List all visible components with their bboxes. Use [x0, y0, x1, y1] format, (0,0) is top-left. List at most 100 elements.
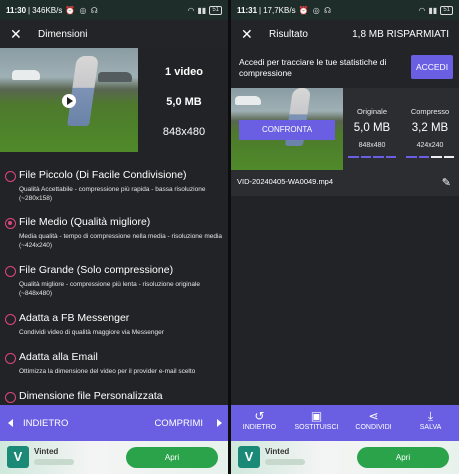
option-description: Condividi video di qualità maggiore via …: [19, 329, 164, 336]
option-title: File Piccolo (Di Facile Condivisione): [19, 169, 187, 181]
original-size: 5,0 MB: [353, 122, 391, 134]
compress-button[interactable]: COMPRIMI: [154, 418, 222, 429]
status-bar: 11:31 | 17,7KB/s ⏰ ◎ ☊ ◠ ▮▮ 51: [231, 0, 459, 20]
ad-open-button[interactable]: Apri: [126, 447, 218, 468]
replace-button[interactable]: ▣ SOSTITUISCI: [288, 405, 345, 441]
dimensions-screen: 11:30 | 346KB/s ⏰ ◎ ☊ ◠ ▮▮ 51 ✕ Dimensio…: [0, 0, 228, 474]
replace-icon: ▣: [310, 409, 323, 423]
video-thumbnail[interactable]: CONFRONTA: [231, 88, 343, 170]
compressed-quality-bar: [406, 156, 454, 158]
option-title: File Grande (Solo compressione): [19, 264, 174, 276]
radio-button[interactable]: [5, 353, 16, 364]
ad-banner[interactable]: V Vinted Apri: [0, 441, 228, 474]
original-resolution: 848x480: [358, 142, 386, 149]
battery-icon: 51: [209, 5, 222, 15]
screens: 11:30 | 346KB/s ⏰ ◎ ☊ ◠ ▮▮ 51 ✕ Dimensio…: [0, 0, 459, 474]
ad-name: Vinted: [34, 447, 59, 456]
option-description: Media qualità - tempo di compressione ne…: [19, 233, 223, 249]
notification-icons: ⏰ ◎ ☊: [298, 5, 333, 15]
bottom-nav: INDIETRO COMPRIMI: [0, 405, 228, 441]
car-shape: [12, 70, 40, 80]
compressed-resolution: 424x240: [416, 142, 444, 149]
option-title: Adatta a FB Messenger: [19, 312, 130, 324]
car-shape: [235, 96, 261, 105]
network-speed: 346KB/s: [32, 5, 63, 15]
ad-name: Vinted: [265, 447, 290, 456]
compressed-column: Compresso 3,2 MB 424x240: [401, 88, 459, 170]
compress-label: COMPRIMI: [154, 417, 203, 429]
video-resolution: 848x480: [162, 126, 206, 138]
status-right: ◠ ▮▮ 51: [187, 5, 222, 15]
login-button[interactable]: ACCEDI: [411, 55, 453, 79]
option-title: Adatta alla Email: [19, 351, 98, 363]
undo-label: INDIETRO: [242, 424, 277, 431]
back-label: INDIETRO: [23, 417, 69, 429]
app-bar: ✕ Dimensioni: [0, 20, 228, 48]
app-bar: ✕ Risultato 1,8 MB RISPARMIATI: [231, 20, 459, 48]
original-quality-bar: [348, 156, 396, 158]
play-icon[interactable]: [62, 94, 76, 108]
network-speed: 17,7KB/s: [263, 5, 296, 15]
file-name: VID-20240405-WA0049.mp4: [237, 177, 334, 186]
share-icon: ⋖: [368, 409, 379, 423]
ad-open-button[interactable]: Apri: [357, 447, 449, 468]
compressed-label: Compresso: [410, 107, 450, 116]
arrow-right-icon: [217, 419, 222, 427]
bottom-nav: ↺ INDIETRO ▣ SOSTITUISCI ⋖ CONDIVIDI ⤓ S…: [231, 405, 459, 441]
original-column: Originale 5,0 MB 848x480: [343, 88, 401, 170]
saved-amount: 1,8 MB RISPARMIATI: [352, 28, 449, 40]
person-shape: [67, 56, 99, 126]
option-description: Qualità migliore - compressione più lent…: [19, 281, 201, 297]
status-time: 11:31: [237, 5, 258, 15]
radio-button-selected[interactable]: [5, 218, 16, 229]
ad-banner[interactable]: V Vinted Apri: [231, 441, 459, 474]
radio-button[interactable]: [5, 314, 16, 325]
signal-icon: ▮▮: [197, 5, 207, 15]
option-title: File Medio (Qualità migliore): [19, 216, 151, 228]
page-title: Dimensioni: [38, 28, 88, 40]
option-description: Qualità Accettabile - compressione più r…: [19, 186, 206, 202]
wifi-icon: ◠: [187, 5, 195, 15]
video-size: 5,0 MB: [166, 96, 202, 108]
wifi-icon: ◠: [418, 5, 426, 15]
result-card: CONFRONTA Originale 5,0 MB 848x480 Compr…: [231, 88, 459, 196]
car-shape: [98, 72, 132, 82]
replace-label: SOSTITUISCI: [294, 424, 339, 431]
original-label: Originale: [356, 107, 387, 116]
save-button[interactable]: ⤓ SALVA: [402, 405, 459, 441]
undo-icon: ↺: [254, 409, 265, 423]
page-title: Risultato: [269, 28, 308, 40]
status-time: 11:30: [6, 5, 27, 15]
edit-pencil-icon[interactable]: ✎: [442, 176, 451, 189]
battery-icon: 51: [440, 5, 453, 15]
ad-subtitle: [34, 459, 74, 465]
radio-button[interactable]: [5, 266, 16, 277]
login-promo: Accedi per tracciare le tue statistiche …: [231, 48, 459, 88]
video-info: 1 video 5,0 MB 848x480: [140, 48, 228, 152]
result-screen: 11:31 | 17,7KB/s ⏰ ◎ ☊ ◠ ▮▮ 51 ✕ Risulta…: [231, 0, 459, 474]
back-button[interactable]: INDIETRO: [8, 418, 68, 429]
status-right: ◠ ▮▮ 51: [418, 5, 453, 15]
notification-icons: ⏰ ◎ ☊: [65, 5, 99, 15]
arrow-left-icon: [8, 419, 13, 427]
share-label: CONDIVIDI: [355, 424, 392, 431]
promo-text: Accedi per tracciare le tue statistiche …: [239, 57, 387, 78]
video-thumbnail[interactable]: [0, 48, 138, 152]
radio-button[interactable]: [5, 392, 16, 403]
vinted-logo-icon: V: [238, 446, 260, 468]
close-icon[interactable]: ✕: [241, 26, 257, 43]
signal-icon: ▮▮: [428, 5, 438, 15]
option-title: Dimensione file Personalizzata: [19, 390, 163, 402]
share-button[interactable]: ⋖ CONDIVIDI: [345, 405, 402, 441]
undo-button[interactable]: ↺ INDIETRO: [231, 405, 288, 441]
radio-button[interactable]: [5, 171, 16, 182]
compare-button[interactable]: CONFRONTA: [239, 120, 335, 140]
close-icon[interactable]: ✕: [10, 26, 26, 43]
vinted-logo-icon: V: [7, 446, 29, 468]
ad-subtitle: [265, 459, 305, 465]
download-icon: ⤓: [427, 409, 434, 423]
option-description: Ottimizza la dimensione del video per il…: [19, 368, 196, 375]
save-label: SALVA: [419, 424, 442, 431]
compressed-size: 3,2 MB: [411, 122, 449, 134]
video-count: 1 video: [165, 66, 203, 78]
